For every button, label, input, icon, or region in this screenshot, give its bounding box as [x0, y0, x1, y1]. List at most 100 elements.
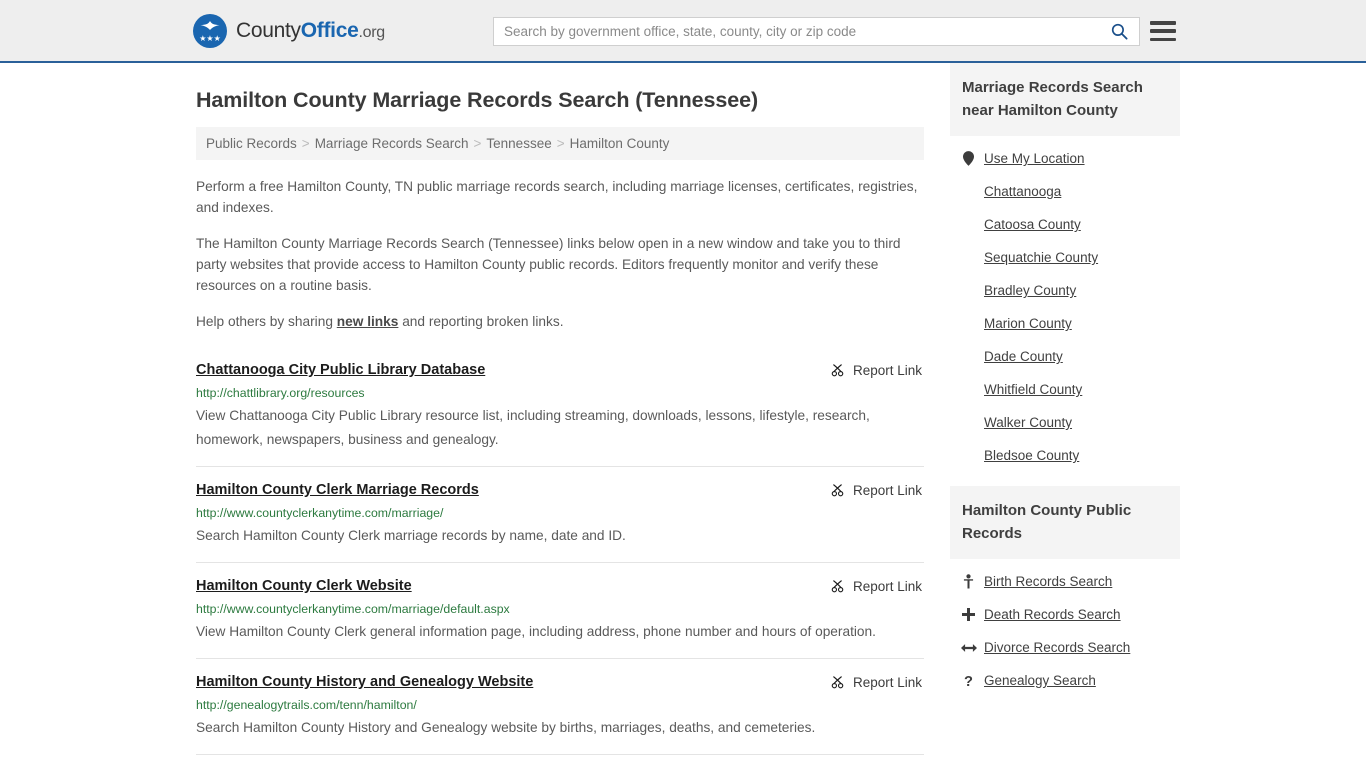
intro-paragraph-1: Perform a free Hamilton County, TN publi…: [196, 179, 918, 215]
sidebar-item-bradley-county[interactable]: Bradley County: [950, 274, 1180, 307]
page-title: Hamilton County Marriage Records Search …: [196, 88, 759, 112]
sidebar-item-birth-records-search[interactable]: Birth Records Search: [950, 565, 1180, 598]
breadcrumb-separator: >: [301, 136, 310, 151]
cross-glyph: [962, 608, 975, 621]
sidebar-item-use-my-location[interactable]: Use My Location: [950, 142, 1180, 175]
sidebar-link[interactable]: Death Records Search: [984, 607, 1121, 622]
breadcrumb-item-public-records[interactable]: Public Records: [206, 136, 297, 151]
sidebar-link[interactable]: Whitfield County: [984, 382, 1082, 397]
broken-link-icon: [831, 580, 844, 593]
content-container: Hamilton County Marriage Records Search …: [188, 63, 1180, 755]
site-logo-link[interactable]: ★★★ CountyOffice.org: [193, 13, 385, 48]
result-url[interactable]: http://genealogytrails.com/tenn/hamilton…: [196, 698, 924, 712]
sidebar-link[interactable]: Catoosa County: [984, 217, 1081, 232]
result-description: Search Hamilton County Clerk marriage re…: [196, 528, 626, 543]
result-title-link[interactable]: Hamilton County Clerk Marriage Records: [196, 482, 479, 498]
logo-text-office: Office: [300, 18, 359, 42]
sidebar-link[interactable]: Bradley County: [984, 283, 1076, 298]
sidebar-item-genealogy-search[interactable]: ? Genealogy Search: [950, 664, 1180, 697]
broken-link-icon: [831, 484, 844, 497]
public-records-list: Birth Records Search Death Records Searc…: [950, 559, 1180, 697]
broken-link-icon: [831, 364, 844, 377]
question-mark-icon: ?: [960, 673, 977, 688]
search-bar: [493, 17, 1140, 46]
new-links-link[interactable]: new links: [337, 314, 399, 329]
search-icon: [1111, 23, 1128, 40]
report-link-button[interactable]: Report Link: [830, 363, 924, 378]
result-header: Chattanooga City Public Library Database…: [196, 362, 924, 378]
result-url[interactable]: http://www.countyclerkanytime.com/marria…: [196, 602, 924, 616]
main-column: Hamilton County Marriage Records Search …: [196, 63, 924, 755]
breadcrumb-item-tennessee[interactable]: Tennessee: [486, 136, 551, 151]
result-header: Hamilton County Clerk Website Report Lin…: [196, 578, 924, 594]
report-link-label: Report Link: [852, 483, 922, 498]
eagle-shield-logo-icon: ★★★: [193, 13, 227, 48]
sidebar-link[interactable]: Divorce Records Search: [984, 640, 1130, 655]
sidebar-link[interactable]: Marion County: [984, 316, 1072, 331]
search-button[interactable]: [1099, 18, 1139, 45]
report-link-button[interactable]: Report Link: [830, 675, 924, 690]
hamburger-bar: [1150, 21, 1176, 25]
baby-icon: [960, 574, 977, 589]
site-logo-text: CountyOffice.org: [236, 19, 385, 43]
breadcrumb: Public Records > Marriage Records Search > T…: [196, 127, 924, 160]
sidebar: Marriage Records Search near Hamilton Co…: [950, 63, 1180, 711]
sidebar-item-walker-county[interactable]: Walker County: [950, 406, 1180, 439]
sidebar-item-bledsoe-county[interactable]: Bledsoe County: [950, 439, 1180, 472]
broken-link-icon: [831, 676, 844, 689]
report-link-label: Report Link: [852, 363, 922, 378]
sidebar-link[interactable]: Chattanooga: [984, 184, 1061, 199]
sidebar-link[interactable]: Bledsoe County: [984, 448, 1079, 463]
public-records-card: Hamilton County Public Records Birth Rec…: [950, 486, 1180, 697]
sidebar-item-sequatchie-county[interactable]: Sequatchie County: [950, 241, 1180, 274]
breadcrumb-separator: >: [473, 136, 482, 151]
sidebar-item-divorce-records-search[interactable]: Divorce Records Search: [950, 631, 1180, 664]
nearby-records-card: Marriage Records Search near Hamilton Co…: [950, 63, 1180, 472]
breadcrumb-item-hamilton-county[interactable]: Hamilton County: [570, 136, 670, 151]
question-mark-glyph: ?: [964, 674, 973, 688]
hamburger-menu-icon[interactable]: [1150, 19, 1176, 43]
breadcrumb-separator: >: [556, 136, 565, 151]
sidebar-link[interactable]: Dade County: [984, 349, 1063, 364]
report-link-button[interactable]: Report Link: [830, 579, 924, 594]
baby-glyph: [963, 574, 974, 589]
sidebar-link[interactable]: Sequatchie County: [984, 250, 1098, 265]
intro-paragraph-2: The Hamilton County Marriage Records Sea…: [196, 236, 901, 293]
sidebar-item-whitfield-county[interactable]: Whitfield County: [950, 373, 1180, 406]
result-description: View Hamilton County Clerk general infor…: [196, 624, 876, 639]
hamburger-bar: [1150, 37, 1176, 41]
svg-text:?: ?: [964, 674, 973, 688]
hamburger-bar: [1150, 29, 1176, 33]
result-url[interactable]: http://chattlibrary.org/resources: [196, 386, 924, 400]
result-title-link[interactable]: Chattanooga City Public Library Database: [196, 362, 485, 378]
sidebar-item-dade-county[interactable]: Dade County: [950, 340, 1180, 373]
intro-p3-before: Help others by sharing: [196, 314, 337, 329]
sidebar-link[interactable]: Walker County: [984, 415, 1072, 430]
sidebar-link[interactable]: Birth Records Search: [984, 574, 1112, 589]
report-link-button[interactable]: Report Link: [830, 483, 924, 498]
nearby-records-heading: Marriage Records Search near Hamilton Co…: [950, 63, 1180, 136]
breadcrumb-item-marriage-records-search[interactable]: Marriage Records Search: [315, 136, 469, 151]
sidebar-item-marion-county[interactable]: Marion County: [950, 307, 1180, 340]
result-url[interactable]: http://www.countyclerkanytime.com/marria…: [196, 506, 924, 520]
sidebar-link[interactable]: Genealogy Search: [984, 673, 1096, 688]
report-link-label: Report Link: [852, 579, 922, 594]
left-right-arrow-icon: [960, 642, 977, 654]
eagle-wing-glyph: [200, 20, 220, 30]
cross-icon: [960, 608, 977, 621]
sidebar-link[interactable]: Use My Location: [984, 151, 1085, 166]
sidebar-item-death-records-search[interactable]: Death Records Search: [950, 598, 1180, 631]
search-input[interactable]: [494, 18, 1099, 45]
intro-text: Perform a free Hamilton County, TN publi…: [196, 176, 924, 332]
logo-stars: ★★★: [199, 33, 221, 43]
public-records-heading: Hamilton County Public Records: [950, 486, 1180, 559]
sidebar-item-chattanooga[interactable]: Chattanooga: [950, 175, 1180, 208]
result-title-link[interactable]: Hamilton County Clerk Website: [196, 578, 412, 594]
result-header: Hamilton County Clerk Marriage Records R…: [196, 482, 924, 498]
result-title-link[interactable]: Hamilton County History and Genealogy We…: [196, 674, 533, 690]
logo-text-county: County: [236, 18, 301, 42]
result-item: Hamilton County History and Genealogy We…: [196, 659, 924, 755]
sidebar-item-catoosa-county[interactable]: Catoosa County: [950, 208, 1180, 241]
site-header: ★★★ CountyOffice.org: [0, 0, 1366, 63]
intro-paragraph-3: Help others by sharing new links and rep…: [196, 311, 924, 332]
